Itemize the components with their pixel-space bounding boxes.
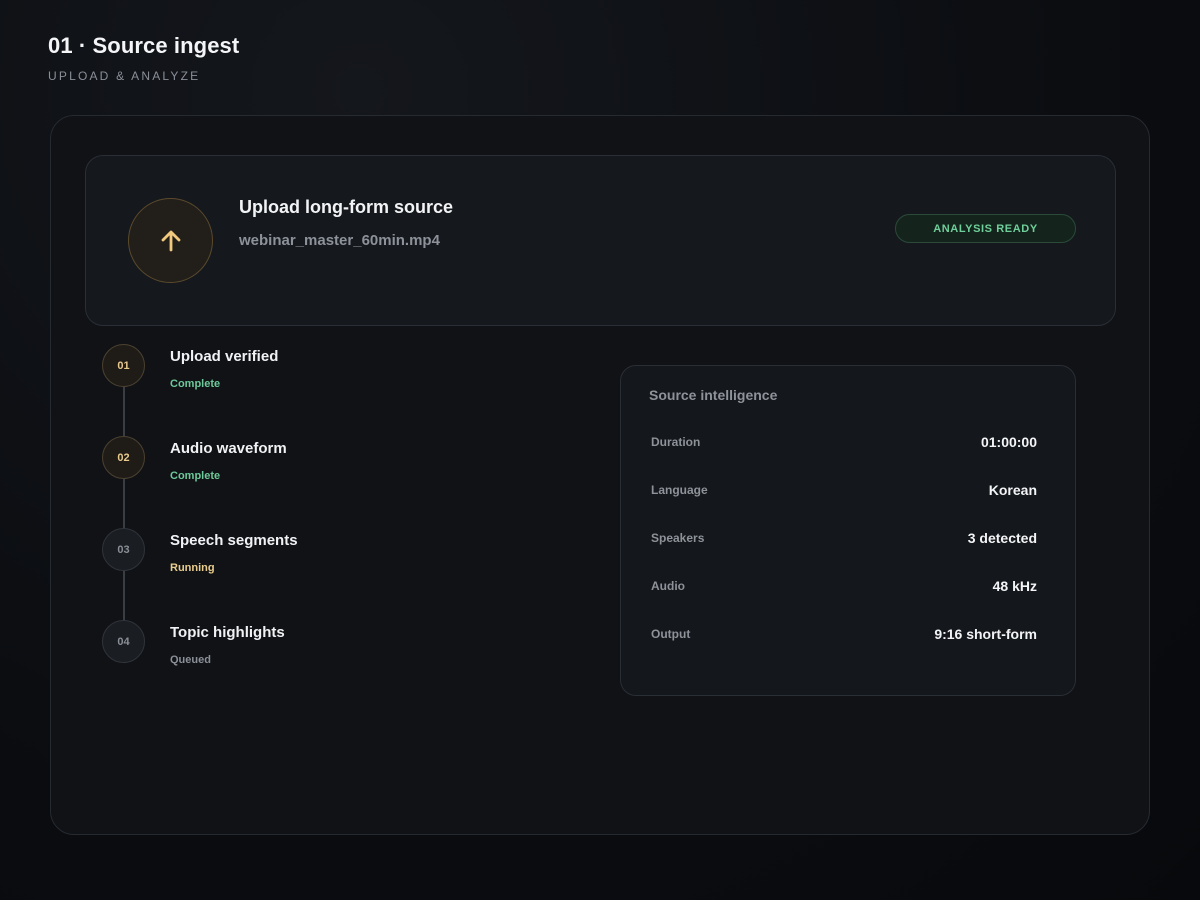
intel-label: Language xyxy=(651,483,708,497)
page-subtitle: UPLOAD & ANALYZE xyxy=(48,69,201,83)
step-number-badge: 01 xyxy=(102,344,145,387)
intel-row-speakers: Speakers 3 detected xyxy=(651,530,1037,551)
step-status: Queued xyxy=(170,654,211,666)
step-number-badge: 02 xyxy=(102,436,145,479)
step-title: Speech segments xyxy=(170,532,298,549)
intel-title: Source intelligence xyxy=(649,387,778,403)
step-number-badge: 03 xyxy=(102,528,145,571)
page-title: 01 · Source ingest xyxy=(48,33,240,58)
step-status: Running xyxy=(170,562,215,574)
step-title: Topic highlights xyxy=(170,624,285,641)
intel-row-duration: Duration 01:00:00 xyxy=(651,434,1037,455)
step-title: Audio waveform xyxy=(170,440,287,457)
step-title: Upload verified xyxy=(170,348,279,365)
intel-row-output: Output 9:16 short-form xyxy=(651,626,1037,647)
upload-filename: webinar_master_60min.mp4 xyxy=(239,232,440,249)
source-intelligence-card: Source intelligence Duration 01:00:00 La… xyxy=(620,365,1076,696)
upload-dropzone[interactable]: Upload long-form source webinar_master_6… xyxy=(85,155,1116,326)
step-status: Complete xyxy=(170,470,221,482)
step-number-badge: 04 xyxy=(102,620,145,663)
intel-row-audio: Audio 48 kHz xyxy=(651,578,1037,599)
intel-label: Output xyxy=(651,627,691,641)
step-item: 04 Topic highlights Queued xyxy=(102,620,522,680)
intel-value: 48 kHz xyxy=(992,578,1037,594)
upload-title: Upload long-form source xyxy=(239,197,454,217)
intel-value: 3 detected xyxy=(967,530,1037,546)
intel-row-language: Language Korean xyxy=(651,482,1037,503)
step-status: Complete xyxy=(170,378,221,390)
upload-button[interactable] xyxy=(128,198,213,283)
step-item: 01 Upload verified Complete xyxy=(102,344,522,404)
intel-value: Korean xyxy=(988,482,1037,498)
intel-label: Duration xyxy=(651,435,701,449)
step-item: 03 Speech segments Running xyxy=(102,528,522,588)
analysis-status-badge: ANALYSIS READY xyxy=(895,214,1076,243)
ingest-panel: Upload long-form source webinar_master_6… xyxy=(50,115,1150,835)
intel-label: Speakers xyxy=(651,531,705,545)
step-item: 02 Audio waveform Complete xyxy=(102,436,522,496)
intel-value: 9:16 short-form xyxy=(934,626,1037,642)
intel-label: Audio xyxy=(651,579,685,593)
intel-value: 01:00:00 xyxy=(980,434,1037,450)
arrow-up-icon xyxy=(161,230,180,251)
